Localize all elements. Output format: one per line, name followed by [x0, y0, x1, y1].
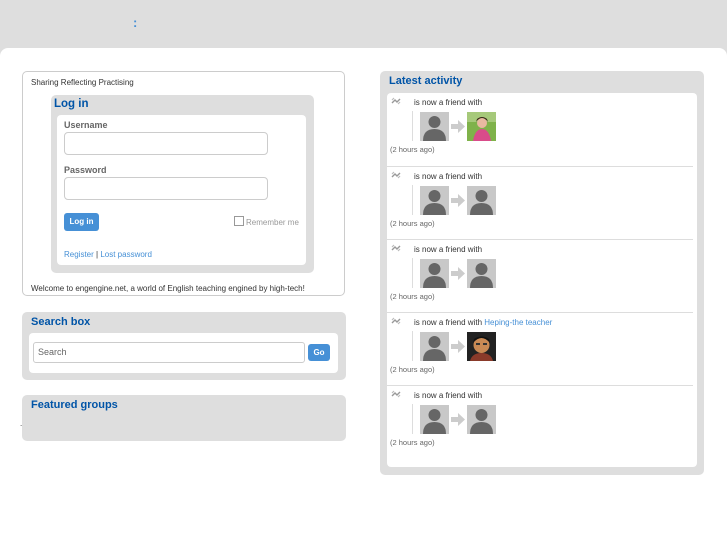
friend-avatar[interactable] — [467, 186, 496, 215]
river-action-text: is now a friend with — [414, 172, 483, 181]
river-item: is now a friend with Heping-the teacher … — [387, 312, 693, 386]
river-timestamp: (2 hours ago) — [390, 219, 435, 228]
friends-icon — [391, 171, 401, 179]
river-item: is now a friend with (2 hours ago) — [387, 166, 693, 240]
arrow-right-icon — [451, 194, 465, 207]
river-action-text: is now a friend with — [414, 391, 483, 400]
arrow-right-icon — [451, 413, 465, 426]
activity-river: is now a friend with (2 hours ago) is no… — [387, 93, 697, 467]
remember-me-checkbox[interactable] — [234, 216, 244, 226]
default-avatar-icon[interactable] — [420, 332, 449, 361]
river-timestamp: (2 hours ago) — [390, 292, 435, 301]
search-input[interactable]: Search — [33, 342, 305, 363]
username-label: Username — [64, 120, 108, 130]
default-avatar-icon[interactable] — [420, 186, 449, 215]
friend-avatar[interactable] — [467, 112, 496, 141]
site-tagline: Sharing Reflecting Practising — [31, 78, 134, 87]
river-timestamp: (2 hours ago) — [390, 145, 435, 154]
friend-avatar[interactable] — [467, 332, 496, 361]
lost-password-link[interactable]: Lost password — [100, 250, 152, 259]
remember-me[interactable]: Remember me — [234, 216, 299, 227]
remember-me-label: Remember me — [246, 218, 299, 227]
default-avatar-icon[interactable] — [420, 259, 449, 288]
river-text: is now a friend with — [414, 98, 482, 107]
river-item: is now a friend with (2 hours ago) — [387, 239, 693, 313]
river-item: is now a friend with (2 hours ago) — [387, 93, 693, 166]
arrow-right-icon — [451, 340, 465, 353]
latest-activity-box: Latest activity is now a friend with (2 … — [380, 71, 704, 475]
friend-avatar[interactable] — [467, 405, 496, 434]
top-bar: : — [0, 0, 727, 48]
river-action-text: is now a friend with — [414, 98, 483, 107]
friends-icon — [391, 97, 401, 105]
login-box: Log in Username Password Log in Remember… — [51, 95, 314, 273]
login-form: Username Password Log in Remember me Reg… — [57, 115, 306, 265]
featured-groups-title: Featured groups — [31, 399, 118, 411]
river-divider — [412, 258, 413, 288]
river-text: is now a friend with Heping-the teacher — [414, 318, 552, 327]
search-box-title: Search box — [31, 316, 91, 328]
register-link[interactable]: Register — [64, 250, 94, 259]
friends-icon — [391, 390, 401, 398]
intro-panel: Sharing Reflecting Practising Log in Use… — [22, 71, 345, 296]
river-divider — [412, 331, 413, 361]
river-text: is now a friend with — [414, 391, 482, 400]
friends-icon — [391, 244, 401, 252]
default-avatar-icon[interactable] — [420, 405, 449, 434]
password-input[interactable] — [64, 177, 268, 200]
latest-activity-title: Latest activity — [389, 75, 463, 87]
river-divider — [412, 111, 413, 141]
river-divider — [412, 185, 413, 215]
friends-icon — [391, 317, 401, 325]
password-label: Password — [64, 165, 107, 175]
username-input[interactable] — [64, 132, 268, 155]
search-box: Search box Search Go — [22, 312, 346, 380]
river-text: is now a friend with — [414, 245, 482, 254]
arrow-right-icon — [451, 120, 465, 133]
friend-avatar[interactable] — [467, 259, 496, 288]
welcome-text: Welcome to engengine.net, a world of Eng… — [31, 284, 305, 293]
search-go-button[interactable]: Go — [308, 344, 330, 361]
river-divider — [412, 404, 413, 434]
login-button[interactable]: Log in — [64, 213, 99, 231]
arrow-right-icon — [451, 267, 465, 280]
river-timestamp: (2 hours ago) — [390, 365, 435, 374]
friend-link[interactable]: Heping-the teacher — [484, 318, 552, 327]
featured-groups-box: Featured groups . — [20, 395, 346, 441]
login-title: Log in — [54, 98, 89, 110]
search-form: Search Go — [29, 333, 338, 373]
login-links: Register | Lost password — [64, 250, 152, 259]
river-item: is now a friend with (2 hours ago) — [387, 385, 693, 459]
header-separator: : — [133, 15, 138, 30]
river-timestamp: (2 hours ago) — [390, 438, 435, 447]
river-action-text: is now a friend with — [414, 245, 483, 254]
default-avatar-icon[interactable] — [420, 112, 449, 141]
river-action-text: is now a friend with — [414, 318, 485, 327]
river-text: is now a friend with — [414, 172, 482, 181]
featured-groups-dot: . — [20, 419, 23, 428]
